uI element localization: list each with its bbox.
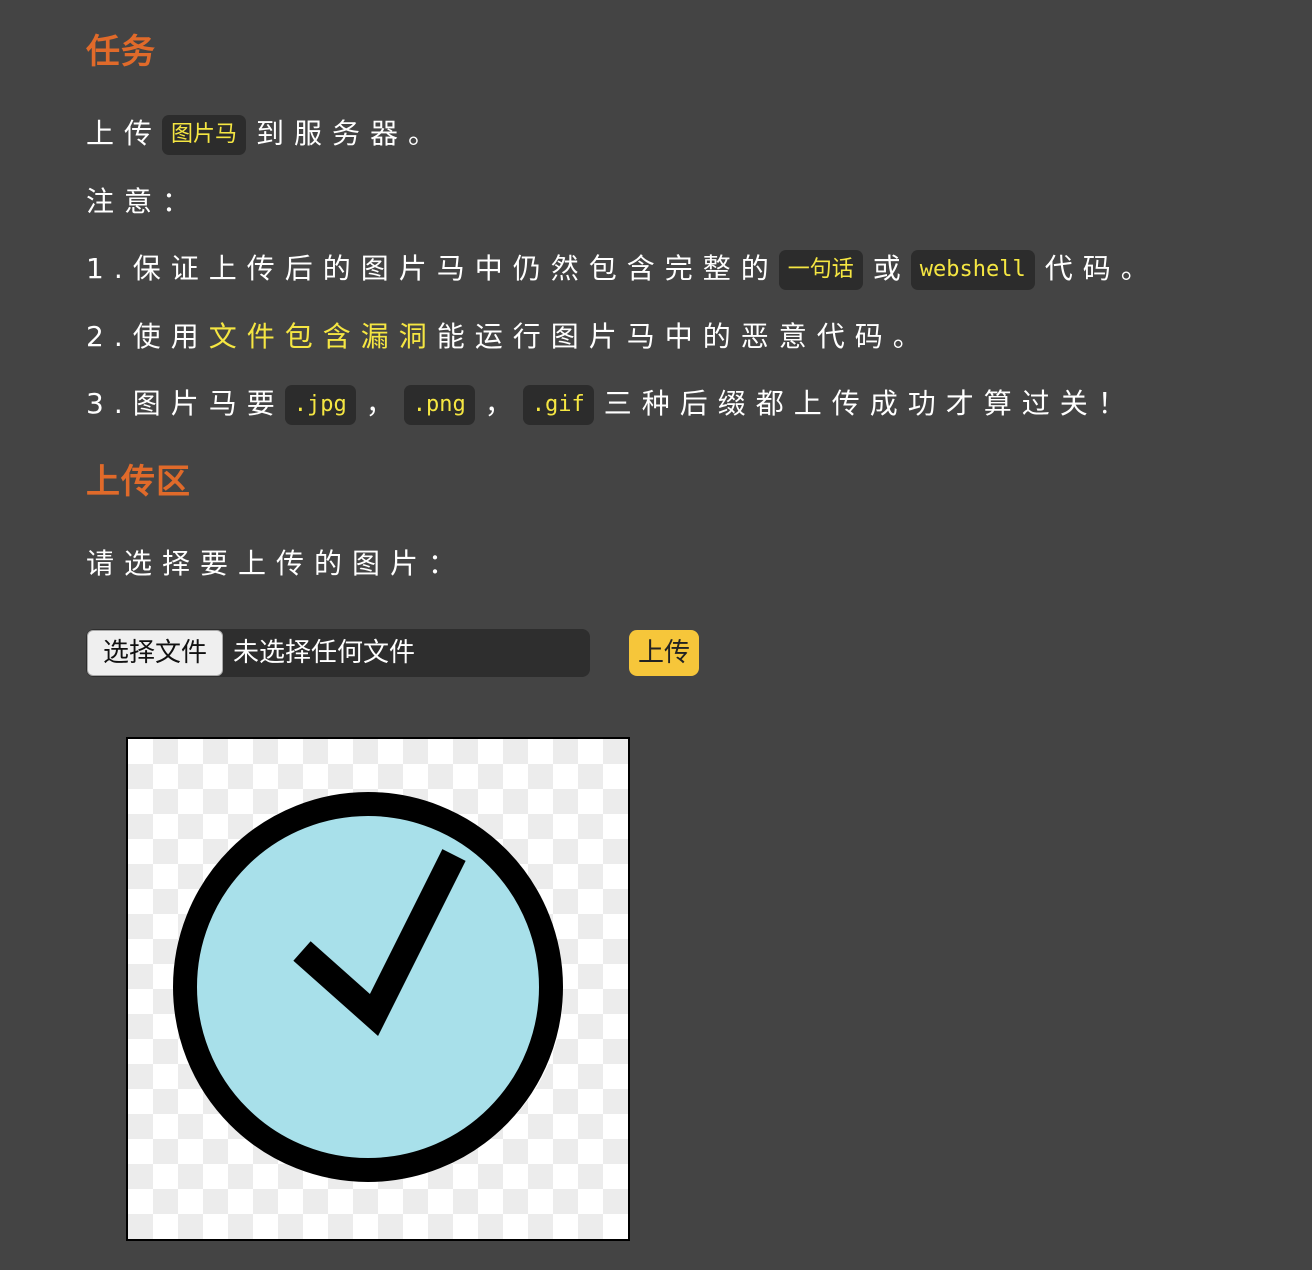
task-text-pre: 上传 — [86, 117, 163, 150]
task-text-post: 到服务器。 — [256, 117, 447, 150]
rule-3-pre: 3.图片马要 — [86, 387, 285, 420]
rule-2: 2.使用文件包含漏洞能运行图片马中的恶意代码。 — [86, 315, 931, 359]
rule-2-post: 能运行图片马中的恶意代码。 — [436, 320, 931, 353]
rule-3: 3.图片马要 .jpg， .png， .gif 三种后缀都上传成功才算过关！ — [86, 382, 1136, 426]
rule-2-pre: 2.使用 — [86, 320, 209, 353]
file-input[interactable]: 选择文件 未选择任何文件 — [86, 629, 590, 677]
page: 任务 上传 图片马 到服务器。 注意： 1.保证上传后的图片马中仍然包含完整的 一句话… — [0, 0, 1312, 1270]
task-description: 上传 图片马 到服务器。 — [86, 112, 446, 156]
gif-code: .gif — [522, 385, 594, 425]
rule-1: 1.保证上传后的图片马中仍然包含完整的 一句话或 webshell 代码。 — [86, 247, 1159, 291]
rule-3-sep1: ， — [365, 387, 404, 420]
no-file-label: 未选择任何文件 — [233, 638, 416, 668]
png-code: .png — [403, 385, 475, 425]
upload-prompt: 请选择要上传的图片： — [86, 547, 467, 580]
rule-3-sep2: ， — [484, 387, 523, 420]
choose-file-button[interactable]: 选择文件 — [87, 630, 223, 676]
upload-heading: 上传区 — [86, 462, 191, 502]
rule-1-pre: 1.保证上传后的图片马中仍然包含完整的 — [86, 252, 779, 285]
one-liner-code: 一句话 — [778, 250, 863, 290]
task-heading: 任务 — [86, 32, 156, 72]
rule-3-post: 三种后缀都上传成功才算过关！ — [603, 387, 1136, 420]
rule-1-mid: 或 — [872, 252, 911, 285]
upload-button[interactable]: 上传 — [629, 630, 699, 676]
webshell-code: webshell — [910, 250, 1035, 290]
image-preview — [126, 737, 630, 1241]
check-circle-icon — [173, 792, 563, 1182]
icon-circle — [173, 792, 563, 1182]
note-label: 注意： — [86, 185, 201, 218]
file-inclusion-highlight: 文件包含漏洞 — [208, 320, 437, 353]
jpg-code: .jpg — [284, 385, 356, 425]
image-horse-code: 图片马 — [162, 115, 247, 155]
rule-1-post: 代码。 — [1044, 252, 1159, 285]
